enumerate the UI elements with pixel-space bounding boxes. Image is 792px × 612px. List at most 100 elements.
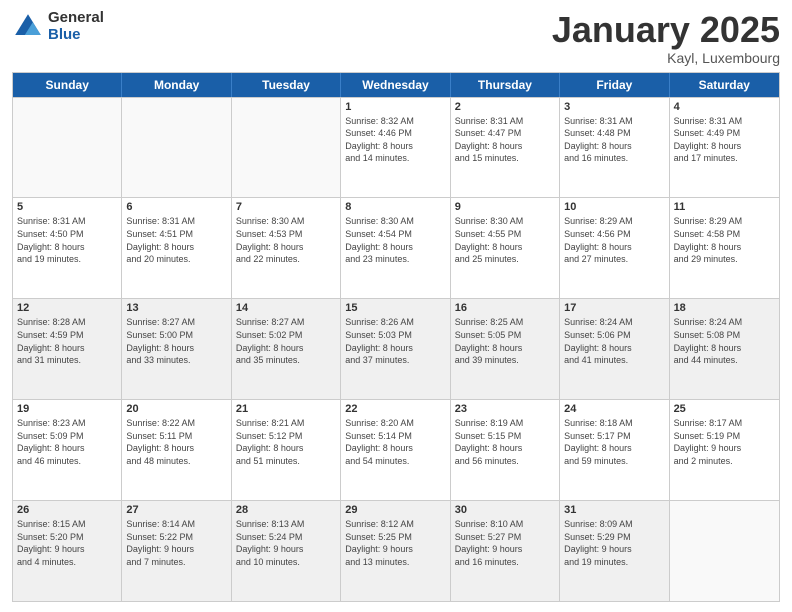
calendar-cell: 6 Sunrise: 8:31 AM Sunset: 4:51 PM Daylig… [122,198,231,298]
calendar-cell: 1Sunrise: 8:32 AM Sunset: 4:46 PM Daylig… [341,98,450,198]
calendar-row-1: 5Sunrise: 8:31 AM Sunset: 4:50 PM Daylig… [13,197,779,298]
calendar-cell: 5Sunrise: 8:31 AM Sunset: 4:50 PM Daylig… [13,198,122,298]
calendar-cell: 29 Sunrise: 8:12 AM Sunset: 5:25 PM Dayli… [341,501,450,601]
day-info: Sunrise: 8:28 AM Sunset: 4:59 PM Dayligh… [17,316,117,366]
calendar-cell: 25 Sunrise: 8:17 AM Sunset: 5:19 PM Dayli… [670,400,779,500]
calendar-cell: 24Sunrise: 8:18 AM Sunset: 5:17 PM Dayli… [560,400,669,500]
logo-icon [12,11,44,43]
calendar-cell: 28 Sunrise: 8:13 AM Sunset: 5:24 PM Dayli… [232,501,341,601]
calendar-cell [13,98,122,198]
weekday-header-monday: Monday [122,73,231,97]
day-number: 30 [455,504,555,516]
day-info: Sunrise: 8:30 AM Sunset: 4:55 PM Dayligh… [455,215,555,265]
day-info: Sunrise: 8:19 AM Sunset: 5:15 PM Dayligh… [455,417,555,467]
day-info: Sunrise: 8:31 AM Sunset: 4:47 PM Dayligh… [455,115,555,165]
calendar-cell: 26 Sunrise: 8:15 AM Sunset: 5:20 PM Dayli… [13,501,122,601]
day-number: 27 [126,504,226,516]
day-info: Sunrise: 8:21 AM Sunset: 5:12 PM Dayligh… [236,417,336,467]
calendar-cell: 27 Sunrise: 8:14 AM Sunset: 5:22 PM Dayli… [122,501,231,601]
day-number: 15 [345,302,445,314]
logo-text: General Blue [48,10,104,43]
day-info: Sunrise: 8:13 AM Sunset: 5:24 PM Dayligh… [236,518,336,568]
calendar-header: SundayMondayTuesdayWednesdayThursdayFrid… [13,73,779,97]
day-number: 31 [564,504,664,516]
calendar-cell: 18Sunrise: 8:24 AM Sunset: 5:08 PM Dayli… [670,299,779,399]
day-number: 9 [455,201,555,213]
day-number: 6 [126,201,226,213]
day-number: 29 [345,504,445,516]
calendar-cell: 9 Sunrise: 8:30 AM Sunset: 4:55 PM Daylig… [451,198,560,298]
day-number: 21 [236,403,336,415]
day-number: 23 [455,403,555,415]
day-info: Sunrise: 8:31 AM Sunset: 4:51 PM Dayligh… [126,215,226,265]
day-number: 22 [345,403,445,415]
day-number: 16 [455,302,555,314]
day-info: Sunrise: 8:30 AM Sunset: 4:53 PM Dayligh… [236,215,336,265]
calendar-cell: 21 Sunrise: 8:21 AM Sunset: 5:12 PM Dayli… [232,400,341,500]
day-info: Sunrise: 8:27 AM Sunset: 5:02 PM Dayligh… [236,316,336,366]
calendar-cell: 19 Sunrise: 8:23 AM Sunset: 5:09 PM Dayli… [13,400,122,500]
calendar-cell: 8Sunrise: 8:30 AM Sunset: 4:54 PM Daylig… [341,198,450,298]
calendar-row-0: 1Sunrise: 8:32 AM Sunset: 4:46 PM Daylig… [13,97,779,198]
weekday-header-sunday: Sunday [13,73,122,97]
title-area: January 2025 Kayl, Luxembourg [552,10,780,66]
calendar-cell: 15 Sunrise: 8:26 AM Sunset: 5:03 PM Dayli… [341,299,450,399]
calendar-cell: 2Sunrise: 8:31 AM Sunset: 4:47 PM Daylig… [451,98,560,198]
weekday-header-thursday: Thursday [451,73,560,97]
location: Kayl, Luxembourg [552,50,780,66]
day-info: Sunrise: 8:14 AM Sunset: 5:22 PM Dayligh… [126,518,226,568]
day-info: Sunrise: 8:17 AM Sunset: 5:19 PM Dayligh… [674,417,775,467]
calendar-row-3: 19 Sunrise: 8:23 AM Sunset: 5:09 PM Dayli… [13,399,779,500]
day-number: 12 [17,302,117,314]
calendar-cell: 31Sunrise: 8:09 AM Sunset: 5:29 PM Dayli… [560,501,669,601]
day-info: Sunrise: 8:29 AM Sunset: 4:56 PM Dayligh… [564,215,664,265]
weekday-header-tuesday: Tuesday [232,73,341,97]
day-info: Sunrise: 8:12 AM Sunset: 5:25 PM Dayligh… [345,518,445,568]
day-info: Sunrise: 8:27 AM Sunset: 5:00 PM Dayligh… [126,316,226,366]
day-number: 28 [236,504,336,516]
calendar-cell: 13 Sunrise: 8:27 AM Sunset: 5:00 PM Dayli… [122,299,231,399]
day-number: 14 [236,302,336,314]
day-info: Sunrise: 8:15 AM Sunset: 5:20 PM Dayligh… [17,518,117,568]
calendar-cell [232,98,341,198]
calendar-row-2: 12 Sunrise: 8:28 AM Sunset: 4:59 PM Dayli… [13,298,779,399]
calendar-cell: 7 Sunrise: 8:30 AM Sunset: 4:53 PM Daylig… [232,198,341,298]
day-number: 25 [674,403,775,415]
day-info: Sunrise: 8:24 AM Sunset: 5:06 PM Dayligh… [564,316,664,366]
logo-general-text: General [48,10,104,27]
day-info: Sunrise: 8:25 AM Sunset: 5:05 PM Dayligh… [455,316,555,366]
day-info: Sunrise: 8:22 AM Sunset: 5:11 PM Dayligh… [126,417,226,467]
day-number: 11 [674,201,775,213]
day-info: Sunrise: 8:20 AM Sunset: 5:14 PM Dayligh… [345,417,445,467]
logo-blue-text: Blue [48,27,104,44]
day-info: Sunrise: 8:26 AM Sunset: 5:03 PM Dayligh… [345,316,445,366]
calendar-cell: 17 Sunrise: 8:24 AM Sunset: 5:06 PM Dayli… [560,299,669,399]
header: General Blue January 2025 Kayl, Luxembou… [12,10,780,66]
day-info: Sunrise: 8:31 AM Sunset: 4:48 PM Dayligh… [564,115,664,165]
day-info: Sunrise: 8:30 AM Sunset: 4:54 PM Dayligh… [345,215,445,265]
page: General Blue January 2025 Kayl, Luxembou… [0,0,792,612]
calendar-cell [670,501,779,601]
calendar-cell: 30Sunrise: 8:10 AM Sunset: 5:27 PM Dayli… [451,501,560,601]
day-info: Sunrise: 8:23 AM Sunset: 5:09 PM Dayligh… [17,417,117,467]
calendar-cell: 20Sunrise: 8:22 AM Sunset: 5:11 PM Dayli… [122,400,231,500]
calendar-cell: 12 Sunrise: 8:28 AM Sunset: 4:59 PM Dayli… [13,299,122,399]
day-info: Sunrise: 8:29 AM Sunset: 4:58 PM Dayligh… [674,215,775,265]
day-number: 24 [564,403,664,415]
day-number: 19 [17,403,117,415]
day-number: 10 [564,201,664,213]
calendar: SundayMondayTuesdayWednesdayThursdayFrid… [12,72,780,602]
weekday-header-saturday: Saturday [670,73,779,97]
day-number: 26 [17,504,117,516]
weekday-header-friday: Friday [560,73,669,97]
day-number: 13 [126,302,226,314]
calendar-body: 1Sunrise: 8:32 AM Sunset: 4:46 PM Daylig… [13,97,779,601]
day-number: 7 [236,201,336,213]
calendar-cell: 16 Sunrise: 8:25 AM Sunset: 5:05 PM Dayli… [451,299,560,399]
day-number: 18 [674,302,775,314]
day-number: 17 [564,302,664,314]
day-number: 3 [564,101,664,113]
calendar-cell: 4Sunrise: 8:31 AM Sunset: 4:49 PM Daylig… [670,98,779,198]
calendar-cell: 3 Sunrise: 8:31 AM Sunset: 4:48 PM Daylig… [560,98,669,198]
calendar-row-4: 26 Sunrise: 8:15 AM Sunset: 5:20 PM Dayli… [13,500,779,601]
